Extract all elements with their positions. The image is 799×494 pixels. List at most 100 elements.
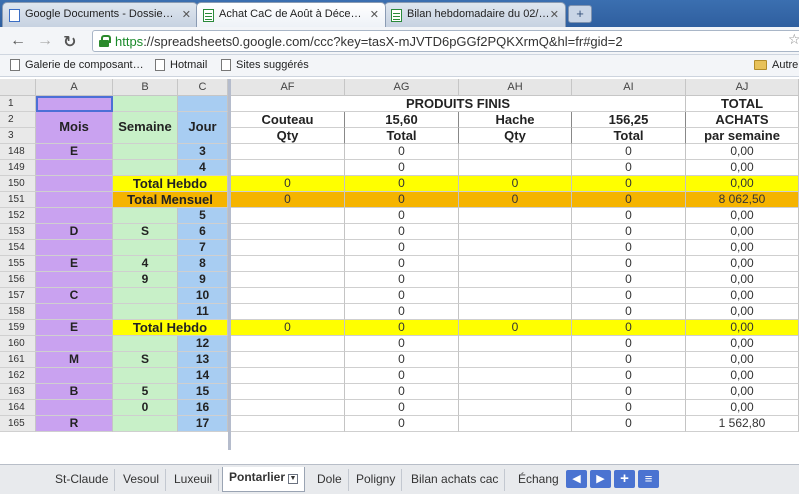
cell-ah[interactable] — [459, 400, 572, 416]
forward-arrow-icon[interactable]: → — [37, 32, 53, 50]
add-sheet-icon[interactable]: + — [614, 470, 635, 488]
cell-ag[interactable]: 0 — [345, 320, 459, 336]
close-icon[interactable]: ✕ — [550, 8, 559, 21]
cell-af[interactable] — [231, 352, 345, 368]
column-header-af[interactable]: AF — [231, 79, 345, 96]
column-header-b[interactable]: B — [113, 79, 178, 96]
semaine-header[interactable]: Semaine — [113, 112, 178, 144]
cell-a[interactable]: B — [36, 384, 113, 400]
cell-af[interactable] — [231, 272, 345, 288]
row-number[interactable]: 153 — [0, 224, 36, 240]
column-header-aj[interactable]: AJ — [686, 79, 799, 96]
total-header[interactable]: TOTAL — [686, 96, 799, 112]
cell-c[interactable]: 4 — [178, 160, 228, 176]
cell-b[interactable]: 4 — [113, 256, 178, 272]
cell-ai[interactable]: 0 — [572, 368, 686, 384]
cell-c[interactable]: 12 — [178, 336, 228, 352]
cell-ag[interactable]: 0 — [345, 160, 459, 176]
cell-b[interactable] — [113, 208, 178, 224]
row-number[interactable]: 159 — [0, 320, 36, 336]
row-number[interactable]: 165 — [0, 416, 36, 432]
cell-a[interactable] — [36, 304, 113, 320]
cell[interactable] — [178, 96, 228, 112]
row-number[interactable]: 160 — [0, 336, 36, 352]
cell-a[interactable]: E — [36, 144, 113, 160]
cell-aj[interactable]: 0,00 — [686, 320, 799, 336]
cell-ai[interactable]: 0 — [572, 384, 686, 400]
cell-ag[interactable]: 0 — [345, 400, 459, 416]
cell-aj[interactable]: 8 062,50 — [686, 192, 799, 208]
sheet-tab-vesoul[interactable]: Vesoul — [117, 469, 167, 491]
cell-a[interactable]: D — [36, 224, 113, 240]
cell-ah[interactable] — [459, 272, 572, 288]
browser-tab-achat-cac[interactable]: Achat CaC de Août à Déce… ✕ — [196, 2, 386, 27]
par-semaine-header[interactable]: par semaine — [686, 128, 799, 144]
cell-a[interactable]: E — [36, 256, 113, 272]
cell-b[interactable]: S — [113, 224, 178, 240]
row-number[interactable]: 155 — [0, 256, 36, 272]
cell-aj[interactable]: 0,00 — [686, 272, 799, 288]
cell-ah[interactable] — [459, 144, 572, 160]
cell-b[interactable] — [113, 144, 178, 160]
cell-aj[interactable]: 0,00 — [686, 368, 799, 384]
row-number[interactable]: 164 — [0, 400, 36, 416]
column-header-c[interactable]: C — [178, 79, 228, 96]
cell-c[interactable]: 7 — [178, 240, 228, 256]
reload-icon[interactable]: ↻ — [63, 32, 76, 52]
row-number[interactable]: 3 — [0, 128, 36, 144]
cell-aj[interactable]: 0,00 — [686, 352, 799, 368]
close-icon[interactable]: ✕ — [182, 8, 191, 21]
cell-aj[interactable]: 0,00 — [686, 304, 799, 320]
cell-aj[interactable]: 0,00 — [686, 208, 799, 224]
address-bar[interactable]: https://spreadsheets0.google.com/ccc?key… — [92, 30, 799, 52]
row-number[interactable]: 150 — [0, 176, 36, 192]
achats-header[interactable]: ACHATS — [686, 112, 799, 128]
cell-aj[interactable]: 0,00 — [686, 256, 799, 272]
cell-ag[interactable]: 0 — [345, 384, 459, 400]
cell-aj[interactable]: 0,00 — [686, 160, 799, 176]
cell-ah[interactable] — [459, 224, 572, 240]
cell-ag[interactable]: 0 — [345, 256, 459, 272]
cell-ag[interactable]: 0 — [345, 224, 459, 240]
row-number[interactable]: 162 — [0, 368, 36, 384]
new-tab-button[interactable]: + — [568, 5, 592, 23]
cell-a[interactable] — [36, 192, 113, 208]
cell-ai[interactable]: 0 — [572, 144, 686, 160]
cell-ai[interactable]: 0 — [572, 352, 686, 368]
cell-ai[interactable]: 0 — [572, 240, 686, 256]
row-number[interactable]: 161 — [0, 352, 36, 368]
cell-af[interactable] — [231, 288, 345, 304]
cell-aj[interactable]: 0,00 — [686, 224, 799, 240]
cell-af[interactable] — [231, 384, 345, 400]
cell-ah[interactable] — [459, 208, 572, 224]
row-number[interactable]: 1 — [0, 96, 36, 112]
cell-a[interactable] — [36, 336, 113, 352]
cell-af[interactable] — [231, 256, 345, 272]
cell-ah[interactable] — [459, 416, 572, 432]
cell-ai[interactable]: 0 — [572, 288, 686, 304]
cell-ag[interactable]: 0 — [345, 304, 459, 320]
cell-ag[interactable]: 0 — [345, 176, 459, 192]
cell-b[interactable] — [113, 336, 178, 352]
cell-ag[interactable]: 0 — [345, 416, 459, 432]
cell-ag[interactable]: 0 — [345, 240, 459, 256]
cell-aj[interactable]: 0,00 — [686, 400, 799, 416]
row-number[interactable]: 148 — [0, 144, 36, 160]
cell-aj[interactable]: 0,00 — [686, 240, 799, 256]
back-arrow-icon[interactable]: ← — [10, 32, 26, 50]
cell-ag[interactable]: 0 — [345, 368, 459, 384]
cell-c[interactable]: 15 — [178, 384, 228, 400]
cell-c[interactable]: 9 — [178, 272, 228, 288]
column-header-ai[interactable]: AI — [572, 79, 686, 96]
cell-c[interactable]: 3 — [178, 144, 228, 160]
bookmark-hotmail[interactable]: Hotmail — [155, 59, 207, 71]
total-hebdo-label[interactable]: Total Hebdo — [113, 320, 228, 336]
bookmark-sites-suggeres[interactable]: Sites suggérés — [221, 59, 309, 71]
cell-c[interactable]: 5 — [178, 208, 228, 224]
jour-header[interactable]: Jour — [178, 112, 228, 144]
cell-af[interactable] — [231, 400, 345, 416]
couteau-price[interactable]: 15,60 — [345, 112, 459, 128]
cell-a[interactable] — [36, 272, 113, 288]
cell-ag[interactable]: 0 — [345, 336, 459, 352]
scroll-tabs-right-icon[interactable]: ▶ — [590, 470, 611, 488]
